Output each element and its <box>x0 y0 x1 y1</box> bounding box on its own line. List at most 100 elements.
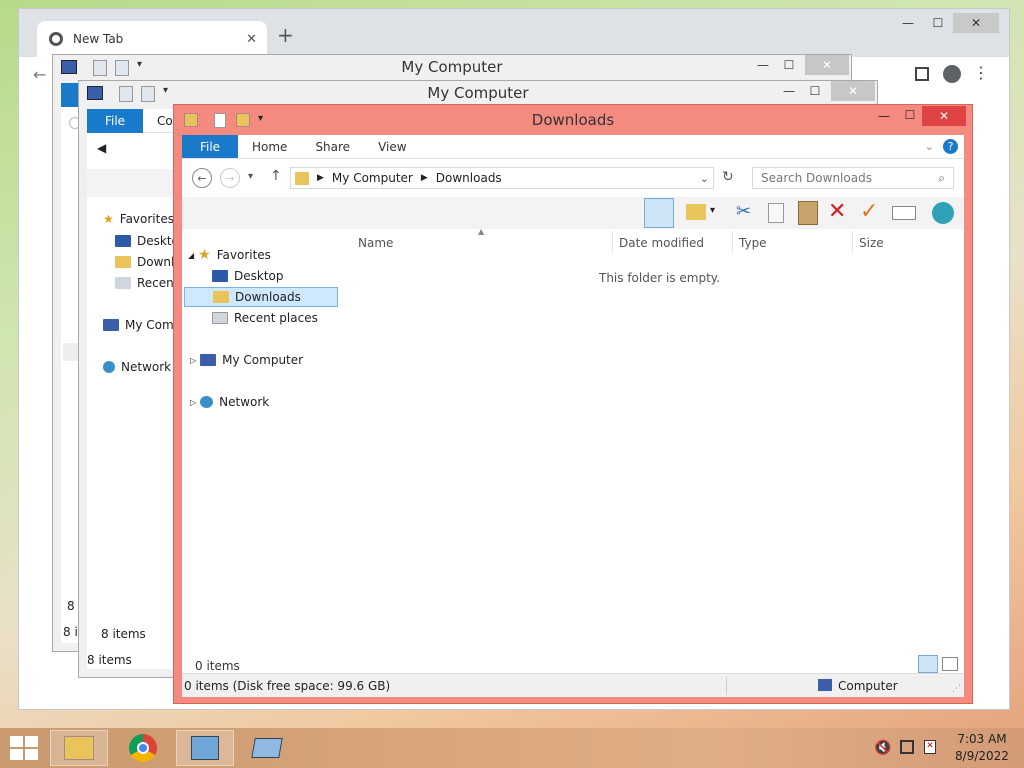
minimize-button[interactable]: — <box>893 13 923 33</box>
mid-pane-recent[interactable]: Recent <box>115 273 178 293</box>
network-tray-icon[interactable] <box>900 740 914 754</box>
ribbon-expand-icon[interactable]: ⌄ <box>925 140 934 153</box>
options-dropdown-icon[interactable]: ▾ <box>710 205 715 216</box>
mid-pane-downloads[interactable]: Downl <box>115 252 174 272</box>
column-divider[interactable] <box>852 231 853 253</box>
main-close-button[interactable]: ✕ <box>922 106 966 126</box>
resize-grip-icon[interactable]: ⋰ <box>952 684 961 694</box>
action-center-icon[interactable]: ✕ <box>924 740 936 754</box>
tab-share[interactable]: Share <box>301 135 364 158</box>
column-divider[interactable] <box>732 231 733 253</box>
menu-kebab-icon[interactable]: ⋮ <box>973 63 989 82</box>
forward-button[interactable]: → <box>220 168 240 188</box>
browser-tab[interactable]: New Tab ✕ <box>37 21 267 57</box>
tab-view[interactable]: View <box>364 135 420 158</box>
tab-file[interactable]: File <box>182 135 238 158</box>
pane-favorites[interactable]: ◢ ★ Favorites <box>188 245 271 265</box>
mid-close-button[interactable]: ✕ <box>831 81 875 101</box>
back-close-button[interactable]: ✕ <box>805 55 849 75</box>
column-date-modified[interactable]: Date modified <box>619 236 704 250</box>
mid-pane-computer[interactable]: My Comp <box>103 315 181 335</box>
search-box[interactable]: Search Downloads ⌕ <box>752 167 954 189</box>
status-text: 0 items (Disk free space: 99.6 GB) <box>184 679 391 693</box>
address-dropdown-icon[interactable]: ⌄ <box>700 172 709 185</box>
address-sep-icon[interactable]: ▶ <box>421 173 428 183</box>
cut-icon[interactable]: ✂ <box>736 201 751 222</box>
remote-desktop-icon <box>251 738 283 758</box>
tab-close-icon[interactable]: ✕ <box>246 32 257 47</box>
network-globe-icon[interactable] <box>932 202 954 224</box>
search-icon[interactable]: ⌕ <box>938 171 945 186</box>
main-inner: File Home Share View ⌄ ? ← → ▾ ↑ ▶ My Co… <box>182 135 964 697</box>
column-type[interactable]: Type <box>739 236 767 250</box>
mid-window-title: My Computer <box>427 84 529 102</box>
side-panel-icon[interactable] <box>915 67 929 81</box>
large-icons-view-icon[interactable] <box>942 657 958 671</box>
tab-home[interactable]: Home <box>238 135 301 158</box>
preview-pane-icon[interactable] <box>644 198 674 228</box>
copy-icon[interactable] <box>768 203 784 223</box>
volume-muted-icon[interactable]: 🔇 <box>874 740 891 756</box>
taskbar-chrome[interactable] <box>114 730 172 766</box>
back-maximize-button[interactable]: ☐ <box>779 55 799 75</box>
status-computer-icon <box>818 679 832 691</box>
address-root[interactable]: My Computer <box>332 171 413 185</box>
maximize-button[interactable]: ☐ <box>923 13 953 33</box>
main-window-title: Downloads <box>531 111 615 129</box>
back-arrow-icon[interactable]: ← <box>33 65 46 84</box>
column-name[interactable]: Name <box>358 236 393 250</box>
properties-icon[interactable] <box>892 206 916 220</box>
main-maximize-button[interactable]: ☐ <box>900 108 920 122</box>
taskbar-explorer[interactable] <box>50 730 108 766</box>
pane-recent-places[interactable]: Recent places <box>212 308 318 328</box>
mid-back-icon[interactable]: ◀ <box>97 141 106 155</box>
desktop-icon <box>212 270 228 282</box>
start-tile-icon <box>25 749 38 760</box>
new-tab-button[interactable]: + <box>277 23 294 47</box>
clock-time[interactable]: 7:03 AM <box>952 732 1012 746</box>
mid-minimize-button[interactable]: — <box>779 81 799 101</box>
column-size[interactable]: Size <box>859 236 884 250</box>
start-tile-icon <box>25 736 38 747</box>
command-bar: ▾ ✂ ✕ ✓ <box>182 197 964 229</box>
mid-pane-desktop[interactable]: Deskto <box>115 231 179 251</box>
start-button[interactable] <box>10 736 38 760</box>
delete-icon[interactable]: ✕ <box>828 199 846 224</box>
column-divider[interactable] <box>612 231 613 253</box>
mid-pane-network[interactable]: Network <box>103 357 171 377</box>
pane-network[interactable]: ▷ Network <box>190 392 269 412</box>
mid-pane-favorites[interactable]: ★ Favorites <box>103 209 174 229</box>
address-sep-icon[interactable]: ▶ <box>317 173 324 183</box>
mid-maximize-button[interactable]: ☐ <box>805 81 825 101</box>
close-button[interactable]: ✕ <box>953 13 999 33</box>
back-window-title: My Computer <box>401 58 503 76</box>
mid-file-tab[interactable]: File <box>87 109 143 133</box>
help-icon[interactable]: ? <box>943 139 958 154</box>
back-minimize-button[interactable]: — <box>753 55 773 75</box>
address-bar[interactable]: ▶ My Computer ▶ Downloads ⌄ <box>290 167 714 189</box>
paste-icon[interactable] <box>798 201 818 225</box>
pane-desktop[interactable]: Desktop <box>212 266 284 286</box>
clock-date[interactable]: 8/9/2022 <box>952 749 1012 763</box>
back-status-count2: 8 items <box>87 653 132 667</box>
pane-my-computer[interactable]: ▷ My Computer <box>190 350 303 370</box>
pane-downloads[interactable]: Downloads <box>184 287 338 307</box>
recent-locations-icon[interactable]: ▾ <box>248 171 253 182</box>
downloads-icon <box>213 291 229 303</box>
address-current[interactable]: Downloads <box>436 171 502 185</box>
folder-options-icon[interactable] <box>686 204 706 220</box>
ribbon-tabs: File Home Share View ⌄ ? <box>182 135 964 159</box>
profile-avatar-icon[interactable] <box>943 65 961 83</box>
refresh-icon[interactable]: ↻ <box>722 169 734 185</box>
search-input[interactable]: Search Downloads <box>761 171 872 185</box>
back-button[interactable]: ← <box>192 168 212 188</box>
mid-computer-tab[interactable]: Co <box>157 114 173 128</box>
up-button[interactable]: ↑ <box>270 168 282 184</box>
start-tile-icon <box>10 749 23 760</box>
rename-check-icon[interactable]: ✓ <box>860 199 878 224</box>
taskbar-remote[interactable] <box>238 730 296 766</box>
main-minimize-button[interactable]: — <box>874 109 894 123</box>
taskbar-control-panel[interactable] <box>176 730 234 766</box>
sort-arrow-icon: ▲ <box>478 227 485 236</box>
details-view-icon[interactable] <box>918 655 938 673</box>
